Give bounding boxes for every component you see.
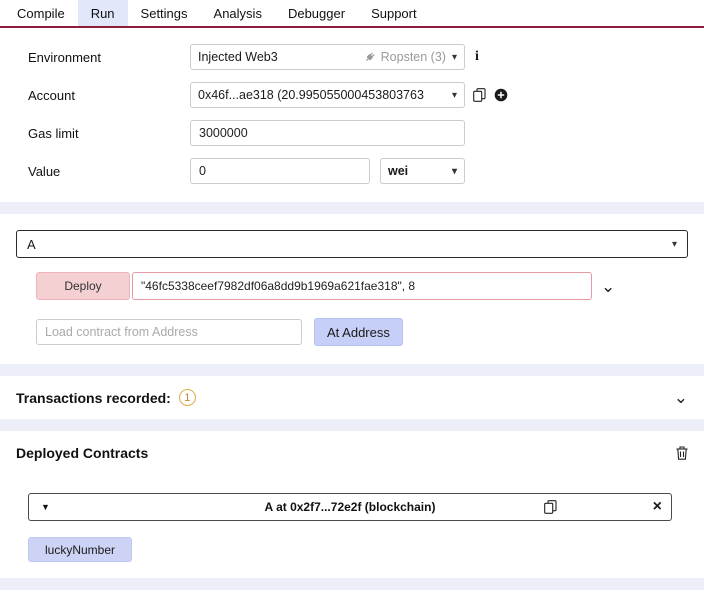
chevron-down-icon: ▾ (452, 90, 457, 101)
value-unit-select[interactable]: wei ▾ (380, 158, 465, 184)
transactions-count-badge: 1 (179, 389, 196, 406)
load-address-input[interactable] (36, 319, 302, 345)
copy-account-button[interactable] (473, 88, 486, 102)
chevron-down-icon: ▾ (452, 52, 457, 63)
tab-support[interactable]: Support (358, 0, 430, 26)
account-label: Account (28, 88, 190, 103)
expand-constructor-chevron-icon[interactable]: ⌄ (601, 278, 615, 295)
contract-select[interactable]: A ▾ (16, 230, 688, 258)
gas-limit-label: Gas limit (28, 126, 190, 141)
deployed-contracts-panel: Deployed Contracts ▼ A at 0x2f7...72e2f … (0, 431, 704, 578)
deploy-button[interactable]: Deploy (36, 272, 130, 300)
constructor-args-input[interactable] (132, 272, 592, 300)
value-row: Value wei ▾ (28, 158, 704, 184)
bottom-strip (0, 590, 704, 598)
plug-icon (363, 50, 377, 64)
instance-collapse-caret-icon[interactable]: ▼ (41, 502, 50, 512)
deploy-row: Deploy ⌄ (36, 272, 688, 300)
instance-title: A at 0x2f7...72e2f (blockchain) (29, 500, 671, 514)
clear-instances-button[interactable] (676, 446, 688, 460)
tab-run[interactable]: Run (78, 0, 128, 26)
value-input[interactable] (190, 158, 370, 184)
luckynumber-method-button[interactable]: luckyNumber (28, 537, 132, 562)
contract-panel: A ▾ Deploy ⌄ At Address (0, 214, 704, 364)
run-settings-panel: Environment Injected Web3 Ropsten (3) (0, 28, 704, 202)
network-indicator: Ropsten (3) (363, 50, 446, 64)
contract-selected-value: A (27, 237, 36, 252)
at-address-row: At Address (36, 318, 688, 346)
account-value: 0x46f...ae318 (20.995055000453803763 (198, 88, 452, 102)
chevron-down-icon: ▾ (672, 239, 677, 250)
transactions-panel: Transactions recorded: 1 ⌄ (0, 376, 704, 419)
tab-debugger[interactable]: Debugger (275, 0, 358, 26)
environment-label: Environment (28, 50, 190, 65)
copy-instance-address-button[interactable] (544, 500, 557, 514)
tab-bar: Compile Run Settings Analysis Debugger S… (0, 0, 704, 28)
value-label: Value (28, 164, 190, 179)
tab-compile[interactable]: Compile (4, 0, 78, 26)
tab-settings[interactable]: Settings (128, 0, 201, 26)
gas-limit-input[interactable] (190, 120, 465, 146)
plus-circle-icon (494, 88, 508, 102)
gas-limit-row: Gas limit (28, 120, 704, 146)
transactions-title: Transactions recorded: (16, 390, 171, 406)
environment-select[interactable]: Injected Web3 Ropsten (3) ▾ (190, 44, 465, 70)
account-select[interactable]: 0x46f...ae318 (20.995055000453803763 ▾ (190, 82, 465, 108)
environment-row: Environment Injected Web3 Ropsten (3) (28, 44, 704, 70)
copy-icon (544, 500, 557, 514)
value-unit: wei (388, 164, 452, 178)
copy-icon (473, 88, 486, 102)
chevron-down-icon: ▾ (452, 166, 457, 177)
account-row: Account 0x46f...ae318 (20.99505500045380… (28, 82, 704, 108)
close-instance-icon[interactable]: × (653, 497, 662, 516)
network-label: Ropsten (3) (381, 50, 446, 64)
transactions-collapse-chevron-icon[interactable]: ⌄ (674, 389, 688, 406)
deployed-contracts-header: Deployed Contracts (16, 445, 688, 461)
tab-analysis[interactable]: Analysis (201, 0, 275, 26)
trash-icon (676, 446, 688, 460)
at-address-button[interactable]: At Address (314, 318, 403, 346)
deployed-contracts-title: Deployed Contracts (16, 445, 148, 461)
create-account-button[interactable] (494, 88, 508, 102)
info-icon[interactable]: i (475, 49, 479, 65)
environment-value: Injected Web3 (198, 50, 363, 64)
contract-instance-row: ▼ A at 0x2f7...72e2f (blockchain) × (28, 493, 672, 521)
